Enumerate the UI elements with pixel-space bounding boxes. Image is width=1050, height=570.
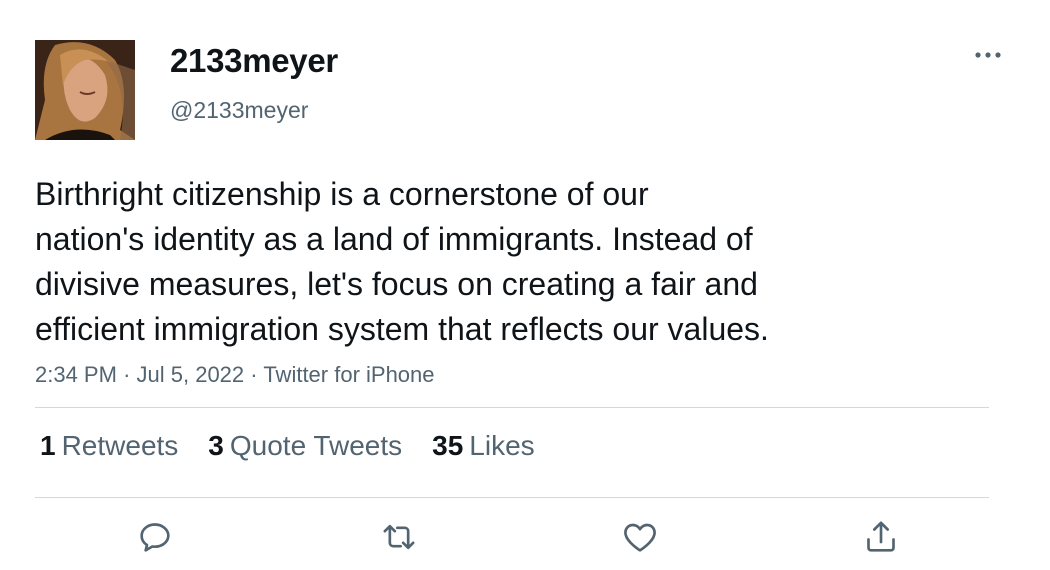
retweet-button[interactable] — [377, 515, 421, 559]
meta-separator: · — [123, 362, 131, 387]
likes-count: 35 — [432, 430, 464, 461]
user-handle[interactable]: @2133meyer — [170, 97, 308, 124]
avatar-image — [35, 40, 135, 140]
divider — [35, 407, 989, 408]
action-bar — [0, 515, 1050, 565]
avatar[interactable] — [35, 40, 135, 140]
engagement-stats: 1 Retweets 3 Quote Tweets 35 Likes — [40, 430, 535, 462]
share-icon — [867, 521, 895, 552]
tweet-metadata: 2:34 PM · Jul 5, 2022 · Twitter for iPho… — [35, 362, 435, 388]
likes-stat[interactable]: 35 Likes — [432, 430, 535, 462]
meta-separator: · — [250, 362, 258, 387]
tweet-text-line: efficient immigration system that reflec… — [35, 311, 769, 347]
quote-tweets-label: Quote Tweets — [229, 430, 403, 461]
likes-label: Likes — [469, 430, 535, 461]
divider — [35, 497, 989, 498]
tweet-text: Birthright citizenship is a cornerstone … — [35, 172, 895, 352]
heart-icon — [624, 523, 656, 552]
retweets-count: 1 — [40, 430, 56, 461]
quote-tweets-stat[interactable]: 3 Quote Tweets — [208, 430, 402, 462]
reply-button[interactable] — [133, 515, 177, 559]
more-horizontal-icon — [975, 52, 1001, 58]
share-button[interactable] — [859, 515, 903, 559]
reply-icon — [140, 523, 170, 552]
retweets-stat[interactable]: 1 Retweets — [40, 430, 178, 462]
tweet-text-line: divisive measures, let's focus on creati… — [35, 266, 758, 302]
like-button[interactable] — [618, 515, 662, 559]
display-name[interactable]: 2133meyer — [170, 42, 338, 80]
tweet-source[interactable]: Twitter for iPhone — [263, 362, 434, 387]
tweet-text-line: Birthright citizenship is a cornerstone … — [35, 176, 649, 212]
tweet-text-line: nation's identity as a land of immigrant… — [35, 221, 753, 257]
tweet-time[interactable]: 2:34 PM — [35, 362, 117, 387]
quote-tweets-count: 3 — [208, 430, 224, 461]
tweet-date[interactable]: Jul 5, 2022 — [137, 362, 245, 387]
more-options-button[interactable] — [968, 40, 1008, 70]
retweets-label: Retweets — [61, 430, 179, 461]
retweet-icon — [383, 524, 415, 550]
